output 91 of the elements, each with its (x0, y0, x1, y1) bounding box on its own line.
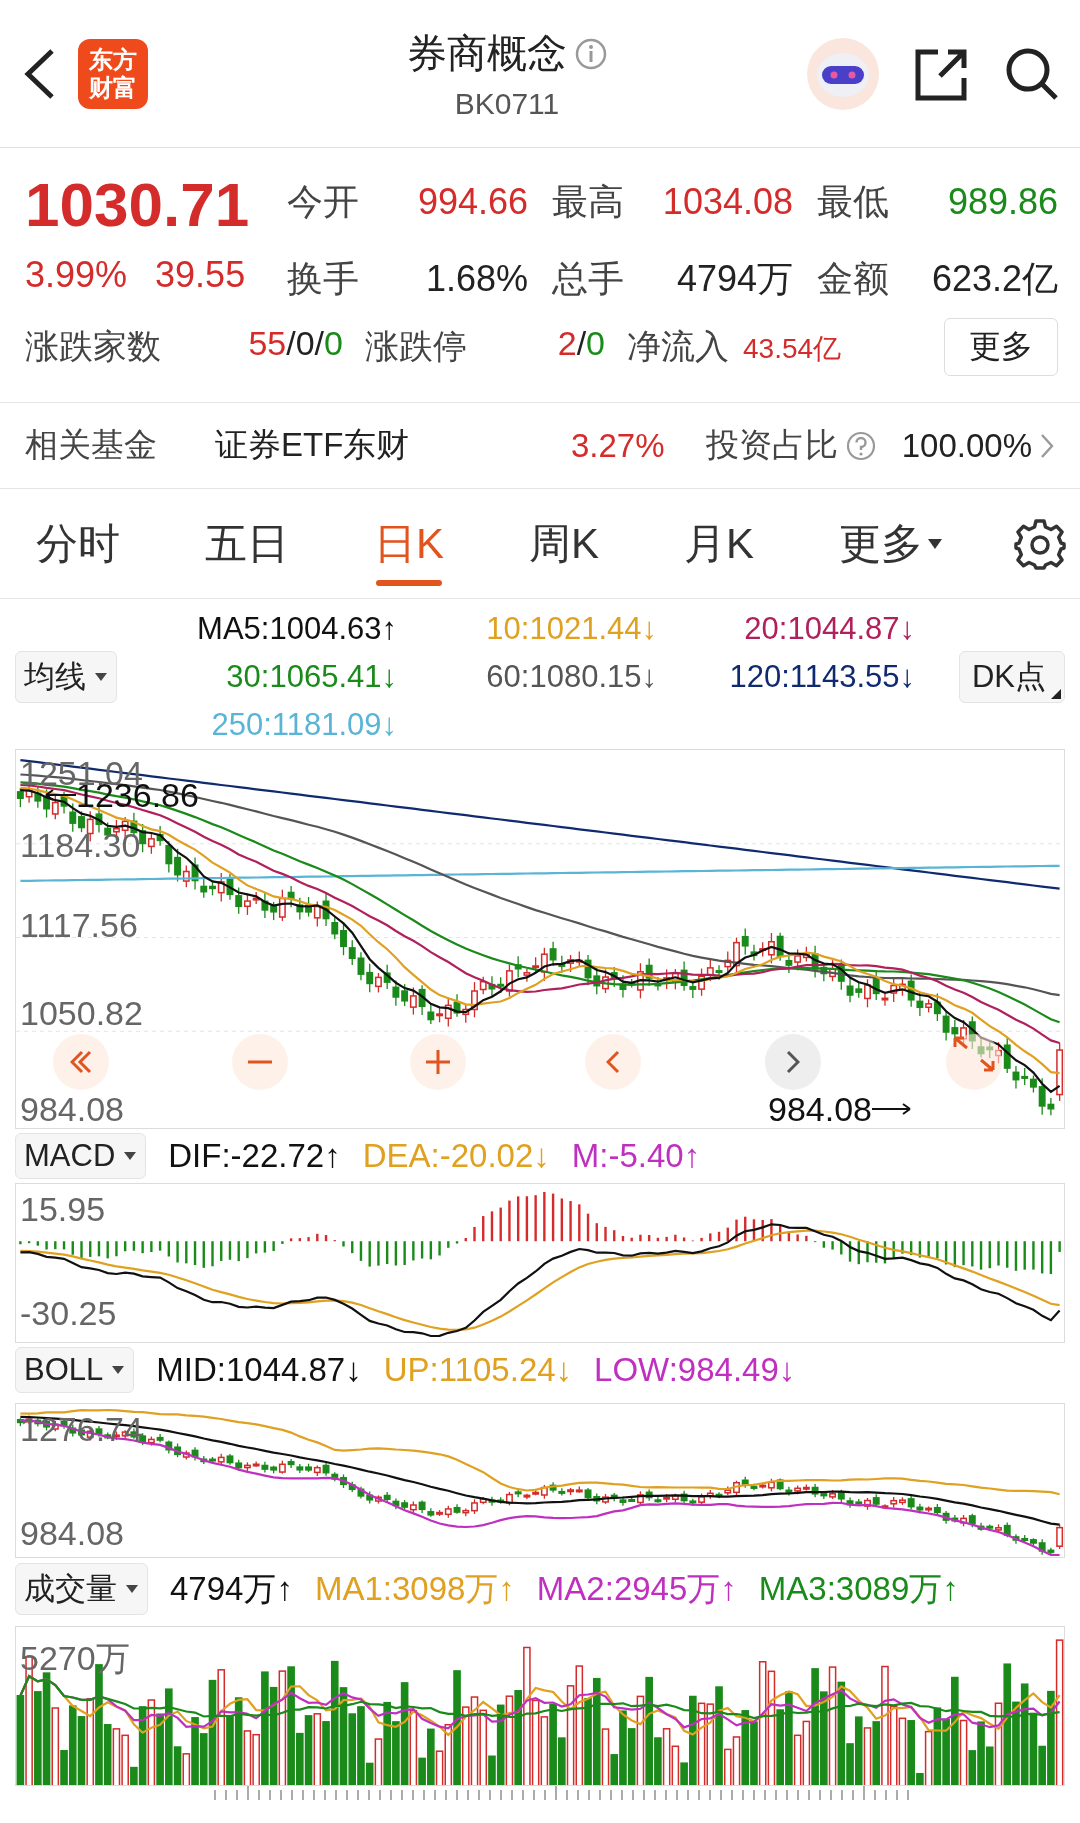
stat-value: 623.2亿 (931, 257, 1058, 301)
ma-value: 120:1143.55↓ (729, 659, 915, 695)
stat-label: 今开 (287, 180, 359, 224)
ma-value: MA5:1004.63↑ (197, 611, 397, 647)
indicator-value: LOW:984.49↓ (594, 1351, 796, 1389)
stat-label: 金额 (817, 257, 889, 301)
price-axis-label: 1050.82 (20, 996, 143, 1030)
zoom-in-button[interactable] (410, 1034, 466, 1090)
more-button[interactable]: 更多 (944, 318, 1058, 376)
indicator-value: MID:1044.87↓ (156, 1351, 362, 1389)
stat-value: 55/0/0 (248, 324, 343, 364)
corner-triangle-icon (1051, 689, 1061, 699)
expand-arrows-icon (951, 1034, 997, 1074)
indicator-selector[interactable]: 成交量 (15, 1563, 148, 1615)
change-amount: 39.55 (155, 254, 246, 296)
sector-code: BK0711 (454, 87, 560, 121)
axis-label: 984.08 (20, 1516, 124, 1550)
chevron-left-icon (606, 1050, 620, 1074)
minus-icon (248, 1060, 272, 1064)
axis-label: -30.25 (20, 1296, 117, 1330)
ratio-label: 投资占比 (706, 425, 838, 465)
axis-label: 5270万 (20, 1641, 130, 1675)
indicator-value: M:-5.40↑ (571, 1137, 701, 1175)
indicator-value: MA1:3098万↑ (314, 1568, 515, 1609)
settings-icon[interactable] (1013, 517, 1066, 570)
ma-value: 60:1080.15↓ (486, 659, 657, 695)
low-price-marker: 984.08 (768, 1092, 872, 1126)
price-axis-label: 1184.30 (20, 828, 141, 862)
stat-value: 4794万 (676, 257, 793, 301)
stat-label: 最高 (552, 180, 624, 224)
stat-value: 994.66 (417, 181, 528, 223)
period-tab[interactable]: 更多 (824, 501, 957, 586)
indicator-value: MA2:2945万↑ (536, 1568, 737, 1609)
rewind-button[interactable] (53, 1034, 109, 1090)
price-axis-label: 984.08 (20, 1092, 124, 1126)
help-icon[interactable] (846, 430, 876, 461)
stat-value: 43.54亿 (743, 332, 842, 366)
indicator-value: DEA:-20.02↓ (362, 1137, 550, 1175)
app-logo: 东方 财富 (78, 38, 148, 109)
ma-value: 20:1044.87↓ (744, 611, 915, 647)
fund-change: 3.27% (571, 426, 666, 465)
stat-label: 总手 (552, 257, 624, 301)
period-tab[interactable]: 周K (514, 501, 613, 586)
expand-button[interactable] (946, 1034, 1002, 1090)
ma-value: 10:1021.44↓ (486, 611, 657, 647)
chevron-right-icon[interactable] (1040, 432, 1054, 459)
axis-label: 15.95 (20, 1192, 106, 1226)
leader-line (872, 1101, 912, 1117)
page-title: 券商概念 (407, 30, 567, 77)
plus-icon (426, 1050, 450, 1074)
scroll-left-button[interactable] (585, 1034, 641, 1090)
current-price: 1030.71 (25, 170, 251, 240)
period-tab[interactable]: 分时 (22, 501, 134, 586)
period-tab[interactable]: 五日 (191, 501, 303, 586)
caret-icon (111, 1365, 126, 1375)
scroll-right-button[interactable] (765, 1034, 821, 1090)
stat-value: 2/0 (557, 324, 605, 364)
ma-value: 250:1181.09↓ (211, 707, 397, 743)
ma-value: 30:1065.41↓ (226, 659, 397, 695)
stat-value: 989.86 (947, 181, 1058, 223)
indicator-selector[interactable]: MACD (15, 1133, 147, 1179)
fund-label: 相关基金 (25, 425, 158, 465)
ma-selector[interactable]: 均线 (15, 651, 117, 703)
double-chevron-left-icon (70, 1050, 92, 1074)
change-percent: 3.99% (25, 254, 128, 296)
caret-icon (123, 1151, 138, 1161)
indicator-selector[interactable]: BOLL (15, 1347, 135, 1393)
caret-icon (125, 1584, 139, 1594)
indicator-value: DIF:-22.72↑ (168, 1137, 341, 1175)
stat-value: 1034.08 (662, 181, 793, 223)
dk-button[interactable]: DK点 (958, 651, 1065, 703)
stat-label: 涨跌停 (365, 326, 467, 367)
period-tab[interactable]: 日K (359, 501, 458, 586)
indicator-value: UP:1105.24↓ (383, 1351, 573, 1389)
price-axis-label: 1117.56 (20, 908, 138, 942)
period-tab[interactable]: 月K (669, 501, 768, 586)
stat-label: 涨跌家数 (25, 326, 161, 367)
info-icon[interactable] (575, 37, 607, 70)
stat-label: 换手 (287, 257, 359, 301)
fund-name[interactable]: 证券ETF东财 (215, 423, 571, 468)
caret-icon (926, 537, 943, 550)
zoom-out-button[interactable] (232, 1034, 288, 1090)
stat-label: 净流入 (627, 326, 729, 367)
caret-icon (94, 672, 108, 682)
chevron-right-icon (786, 1050, 800, 1074)
stat-value: 1.68% (425, 258, 528, 300)
indicator-value: MA3:3089万↑ (758, 1568, 959, 1609)
stat-label: 最低 (817, 180, 889, 224)
ratio-value: 100.00% (901, 426, 1032, 465)
robot-icon[interactable] (806, 36, 880, 111)
indicator-value: 4794万↑ (170, 1568, 293, 1609)
